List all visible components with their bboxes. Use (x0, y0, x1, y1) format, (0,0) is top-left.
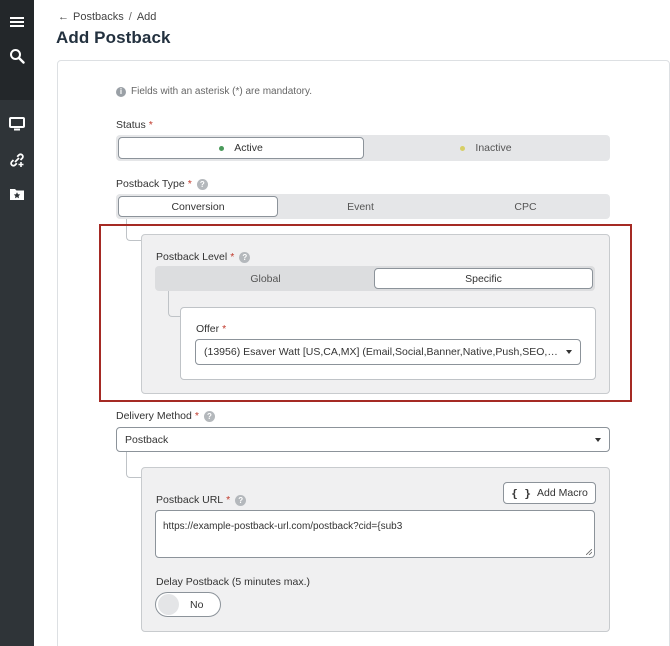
menu-icon[interactable] (0, 8, 34, 36)
add-macro-button[interactable]: { } Add Macro (503, 482, 596, 504)
help-icon[interactable]: ? (235, 494, 247, 506)
mandatory-hint: i Fields with an asterisk (*) are mandat… (116, 86, 312, 97)
delivery-method-label-text: Delivery Method (116, 410, 192, 422)
status-option-inactive[interactable]: Inactive (364, 137, 608, 159)
help-icon[interactable]: ? (203, 410, 215, 422)
breadcrumb-separator: / (128, 11, 132, 23)
status-option-inactive-label: Inactive (475, 142, 512, 154)
active-dot-icon (219, 145, 225, 151)
add-macro-label: Add Macro (537, 487, 588, 499)
mandatory-hint-text: Fields with an asterisk (*) are mandator… (131, 86, 312, 97)
delivery-method-value: Postback (125, 433, 169, 446)
delay-postback-toggle[interactable]: No (155, 592, 221, 617)
postback-type-toggle: Conversion Event CPC (116, 194, 610, 219)
toggle-label: No (190, 598, 204, 611)
postback-type-label: Postback Type * ? (116, 178, 208, 190)
breadcrumb-current: Add (136, 11, 157, 23)
monitor-icon[interactable] (0, 110, 34, 138)
back-arrow-icon[interactable]: ← (58, 11, 69, 23)
braces-icon: { } (511, 486, 532, 500)
breadcrumb-postbacks-link[interactable]: Postbacks (73, 11, 124, 23)
postback-url-textarea[interactable]: https://example-postback-url.com/postbac… (155, 510, 595, 558)
status-option-active[interactable]: Active (118, 137, 364, 159)
delivery-method-select[interactable]: Postback (116, 427, 610, 452)
status-label-text: Status (116, 119, 146, 131)
sidebar (0, 0, 34, 646)
inactive-dot-icon (460, 145, 466, 151)
help-icon[interactable]: ? (196, 178, 208, 190)
link-add-icon[interactable] (0, 146, 34, 174)
delivery-method-label: Delivery Method * ? (116, 410, 215, 422)
tree-connector (126, 452, 142, 478)
required-asterisk: * (226, 494, 231, 506)
delay-postback-label: Delay Postback (5 minutes max.) (156, 576, 311, 588)
folder-star-icon[interactable] (0, 180, 34, 208)
page-title: Add Postback (56, 28, 171, 47)
info-icon: i (116, 86, 126, 97)
chevron-down-icon (595, 437, 601, 442)
resize-handle-icon[interactable] (586, 549, 592, 555)
search-icon[interactable] (0, 42, 34, 70)
postback-url-value: https://example-postback-url.com/postbac… (163, 521, 403, 532)
type-option-event[interactable]: Event (278, 196, 443, 217)
status-option-active-label: Active (234, 142, 263, 154)
postback-type-label-text: Postback Type (116, 178, 185, 190)
postback-url-label-text: Postback URL (156, 494, 224, 506)
postback-url-label: Postback URL * ? (156, 494, 247, 506)
required-asterisk: * (148, 119, 153, 131)
required-asterisk: * (187, 178, 192, 190)
type-option-conversion[interactable]: Conversion (118, 196, 278, 217)
breadcrumb: ← Postbacks / Add (58, 10, 156, 24)
toggle-knob (158, 594, 179, 615)
status-label: Status * (116, 119, 153, 131)
required-asterisk: * (194, 410, 199, 422)
status-toggle: Active Inactive (116, 135, 610, 161)
type-option-cpc[interactable]: CPC (443, 196, 608, 217)
highlight-box (99, 224, 632, 402)
